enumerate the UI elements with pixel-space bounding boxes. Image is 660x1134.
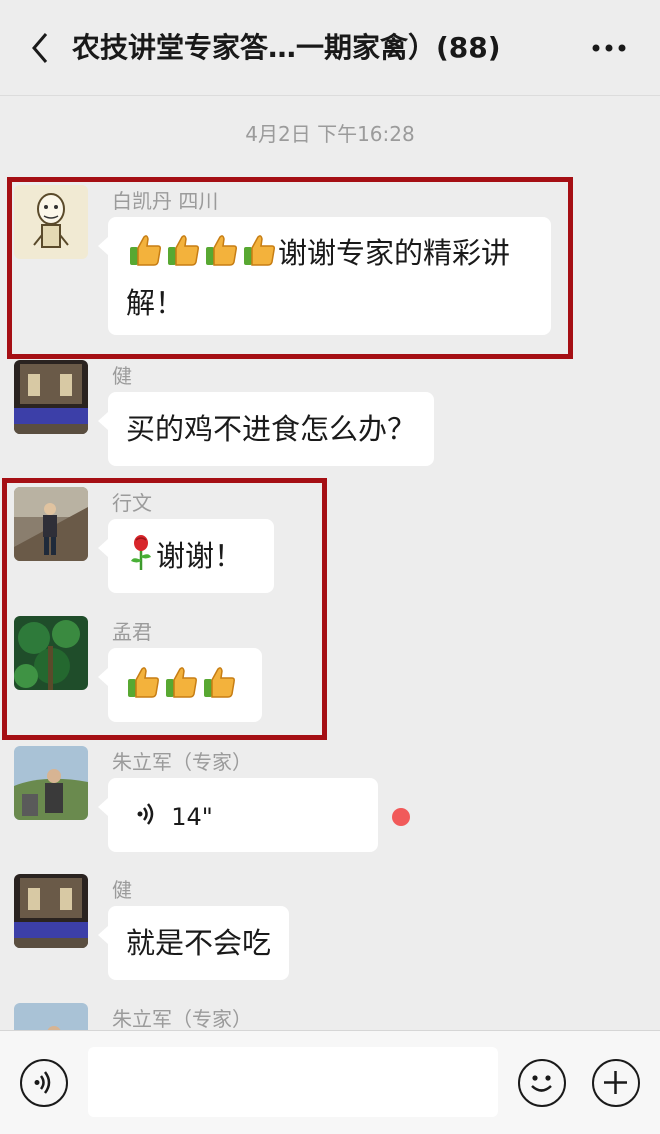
message-text: 就是不会吃 — [126, 926, 272, 960]
message-timestamp: 4月2日 下午16:28 — [245, 122, 415, 146]
chat-header: 农技讲堂专家答…一期家禽）(88) — [0, 0, 660, 96]
thumbs-up-icon — [164, 231, 202, 281]
thumbs-up-icon — [202, 231, 240, 281]
avatar[interactable] — [14, 487, 88, 561]
sender-name: 朱立军（专家） — [112, 750, 252, 774]
message-input[interactable] — [88, 1047, 498, 1117]
message-text: 解！ — [126, 286, 185, 320]
sender-name: 健 — [112, 364, 132, 388]
message-bubble[interactable]: 谢谢专家的精彩讲 解！ — [98, 217, 551, 335]
voice-wave-icon — [132, 797, 162, 841]
rose-icon — [126, 534, 156, 584]
thumbs-up-icon — [162, 663, 200, 713]
unread-dot — [392, 808, 410, 826]
input-bar — [0, 1030, 660, 1134]
message-text: 买的鸡不进食怎么办？ — [126, 412, 417, 446]
chat-title: 农技讲堂专家答…一期家禽）(88) — [72, 31, 501, 64]
avatar[interactable] — [14, 874, 88, 948]
smiley-icon[interactable] — [518, 1059, 566, 1107]
plus-icon[interactable] — [592, 1059, 640, 1107]
avatar[interactable] — [14, 360, 88, 434]
thumbs-up-icon — [200, 663, 238, 713]
voice-input-icon[interactable] — [20, 1059, 68, 1107]
message-bubble[interactable]: 谢谢！ — [98, 519, 274, 593]
thumbs-up-icon — [124, 663, 162, 713]
sender-name: 行文 — [112, 491, 152, 515]
message-text: 谢谢！ — [156, 539, 244, 573]
voice-duration: 14" — [171, 803, 213, 831]
back-chevron-icon[interactable] — [22, 28, 62, 68]
message-bubble[interactable]: 就是不会吃 — [97, 906, 290, 980]
sender-name: 朱立军（专家） — [112, 1007, 252, 1030]
thumbs-up-icon — [240, 231, 278, 281]
avatar[interactable] — [14, 746, 88, 820]
message-bubble[interactable]: 买的鸡不进食怎么办？ — [97, 392, 435, 466]
more-dots-icon[interactable] — [584, 28, 634, 68]
sender-name: 健 — [112, 878, 132, 902]
chat-message: 朱立军（专家） — [0, 1003, 660, 1030]
thumbs-up-icon — [126, 231, 164, 281]
message-text: 谢谢专家的精彩讲 — [278, 236, 511, 270]
voice-message-bubble[interactable]: 14" — [98, 778, 378, 852]
avatar[interactable] — [14, 185, 88, 259]
sender-name: 白凯丹 四川 — [112, 189, 219, 213]
message-bubble[interactable] — [98, 648, 262, 722]
sender-name: 孟君 — [112, 620, 152, 644]
avatar[interactable] — [14, 1003, 88, 1030]
avatar[interactable] — [14, 616, 88, 690]
